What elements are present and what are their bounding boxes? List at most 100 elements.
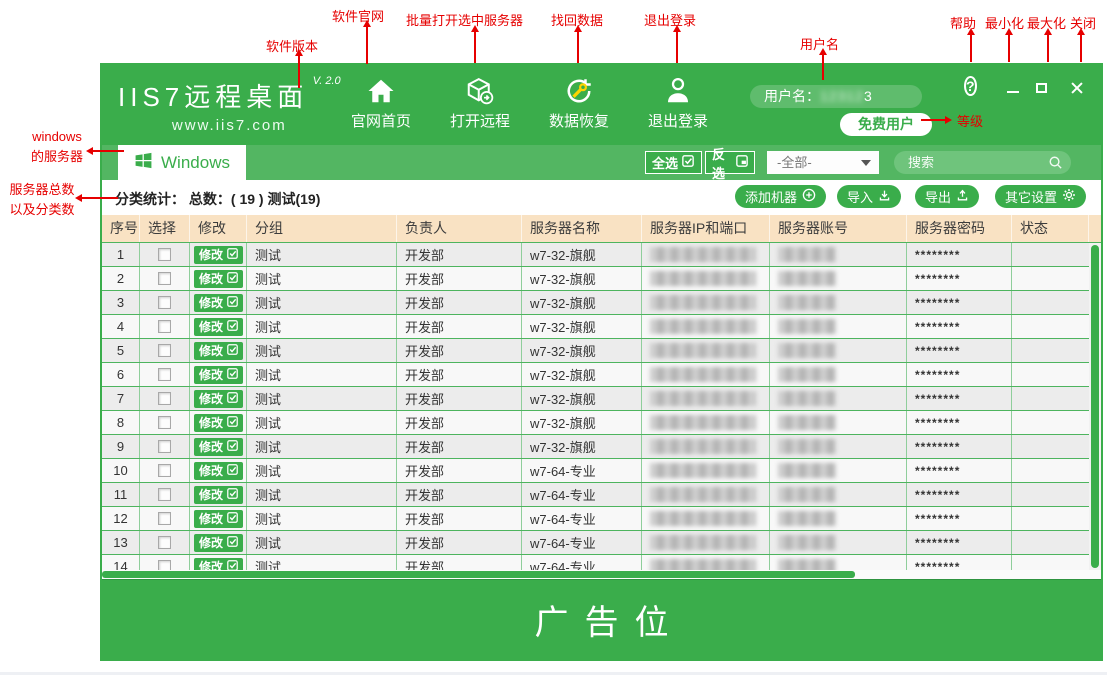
logo-line: IIS7远程桌面 V. 2.0: [118, 75, 341, 114]
cell-server-account: [770, 243, 907, 266]
import-button[interactable]: 导入: [837, 185, 902, 208]
row-checkbox[interactable]: [158, 320, 171, 333]
cell-server-name: w7-64-专业: [522, 483, 642, 506]
minimize-button[interactable]: [1007, 91, 1019, 93]
cell-server-name: w7-32-旗舰: [522, 387, 642, 410]
download-icon: [878, 189, 891, 205]
cell-owner: 开发部: [397, 267, 522, 290]
row-checkbox[interactable]: [158, 368, 171, 381]
export-button[interactable]: 导出: [915, 185, 980, 208]
cell-group: 测试: [247, 315, 397, 338]
modify-button[interactable]: 修改: [194, 341, 244, 360]
modify-button[interactable]: 修改: [194, 533, 244, 552]
other-settings-button[interactable]: 其它设置: [995, 185, 1087, 208]
row-checkbox[interactable]: [158, 272, 171, 285]
modify-button[interactable]: 修改: [194, 293, 244, 312]
censored-ip: [650, 439, 756, 454]
table-row: 1 修改 测试 开发部 w7-32-旗舰 ********: [102, 243, 1101, 267]
censored-account: [778, 247, 836, 262]
nav-logout[interactable]: 退出登录: [645, 74, 711, 131]
modify-button[interactable]: 修改: [194, 461, 244, 480]
nav-logout-label: 退出登录: [647, 113, 708, 130]
search-input[interactable]: [894, 151, 1071, 174]
close-button[interactable]: [1070, 81, 1084, 95]
edit-check-icon: [227, 511, 238, 526]
nav-home[interactable]: 官网首页: [348, 74, 414, 131]
edit-check-icon: [227, 367, 238, 382]
cell-server-name: w7-32-旗舰: [522, 363, 642, 386]
row-checkbox[interactable]: [158, 296, 171, 309]
modify-button[interactable]: 修改: [194, 269, 244, 288]
row-checkbox[interactable]: [158, 440, 171, 453]
row-checkbox[interactable]: [158, 536, 171, 549]
group-filter-dropdown[interactable]: -全部-: [767, 151, 879, 174]
edit-check-icon: [227, 271, 238, 286]
cell-status: [1012, 339, 1089, 362]
vertical-scrollbar[interactable]: [1089, 243, 1101, 570]
stats-toolbar: 分类统计： 总数：( 19 ) 测试(19) 添加机器 导入 导出 其它设置: [102, 180, 1101, 215]
row-checkbox[interactable]: [158, 488, 171, 501]
modify-button-label: 修改: [199, 440, 224, 454]
cell-server-password: ********: [907, 387, 1012, 410]
modify-button[interactable]: 修改: [194, 437, 244, 456]
row-checkbox[interactable]: [158, 560, 171, 570]
select-all-button[interactable]: 全选: [645, 151, 702, 174]
modify-button[interactable]: 修改: [194, 413, 244, 432]
horizontal-scrollbar[interactable]: [102, 570, 1101, 579]
cell-server-account: [770, 555, 907, 570]
cell-server-name: w7-64-专业: [522, 555, 642, 570]
logo-version: V. 2.0: [312, 75, 341, 87]
maximize-button[interactable]: [1036, 83, 1047, 93]
checkbox-check-icon: [682, 155, 694, 170]
cell-index: 12: [102, 507, 140, 530]
cell-group: 测试: [247, 459, 397, 482]
logo-url[interactable]: www.iis7.com: [118, 117, 341, 134]
row-checkbox[interactable]: [158, 416, 171, 429]
cell-modify: 修改: [190, 483, 247, 506]
modify-button-label: 修改: [199, 368, 224, 382]
cell-server-ip: [642, 363, 770, 386]
row-checkbox[interactable]: [158, 512, 171, 525]
cell-server-account: [770, 363, 907, 386]
edit-check-icon: [227, 343, 238, 358]
censored-account: [778, 295, 836, 310]
cell-server-ip: [642, 291, 770, 314]
row-checkbox[interactable]: [158, 464, 171, 477]
help-button[interactable]: ?: [964, 76, 977, 96]
modify-button[interactable]: 修改: [194, 509, 244, 528]
modify-button[interactable]: 修改: [194, 557, 244, 570]
cell-owner: 开发部: [397, 483, 522, 506]
col-header-group: 分组: [247, 215, 397, 242]
table-row: 5 修改 测试 开发部 w7-32-旗舰 ********: [102, 339, 1101, 363]
row-checkbox[interactable]: [158, 248, 171, 261]
modify-button[interactable]: 修改: [194, 245, 244, 264]
annotation-label: 退出登录: [644, 13, 697, 28]
modify-button[interactable]: 修改: [194, 317, 244, 336]
annotation-label: 软件官网: [332, 9, 385, 24]
nav-data-recovery[interactable]: 数据恢复: [546, 74, 612, 131]
modify-button[interactable]: 修改: [194, 365, 244, 384]
invert-select-button[interactable]: 反选: [705, 147, 755, 181]
row-checkbox[interactable]: [158, 344, 171, 357]
modify-button[interactable]: 修改: [194, 389, 244, 408]
add-machine-button[interactable]: 添加机器: [735, 185, 827, 208]
user-level-button[interactable]: 免费用户: [840, 113, 932, 136]
modify-button-label: 修改: [199, 296, 224, 310]
col-header-password: 服务器密码: [907, 215, 1012, 242]
cell-server-ip: [642, 531, 770, 554]
vscroll-thumb[interactable]: [1091, 245, 1099, 568]
nav-open-remote[interactable]: 打开远程: [447, 74, 513, 131]
cell-index: 6: [102, 363, 140, 386]
hscroll-thumb[interactable]: [102, 571, 855, 578]
censored-ip: [650, 463, 756, 478]
table-row: 2 修改 测试 开发部 w7-32-旗舰 ********: [102, 267, 1101, 291]
modify-button-label: 修改: [199, 464, 224, 478]
modify-button[interactable]: 修改: [194, 485, 244, 504]
censored-ip: [650, 415, 756, 430]
table-row: 13 修改 测试 开发部 w7-64-专业 ********: [102, 531, 1101, 555]
tab-windows[interactable]: Windows: [118, 145, 246, 180]
cell-index: 11: [102, 483, 140, 506]
maximize-icon: [1036, 83, 1047, 93]
edit-check-icon: [227, 415, 238, 430]
row-checkbox[interactable]: [158, 392, 171, 405]
